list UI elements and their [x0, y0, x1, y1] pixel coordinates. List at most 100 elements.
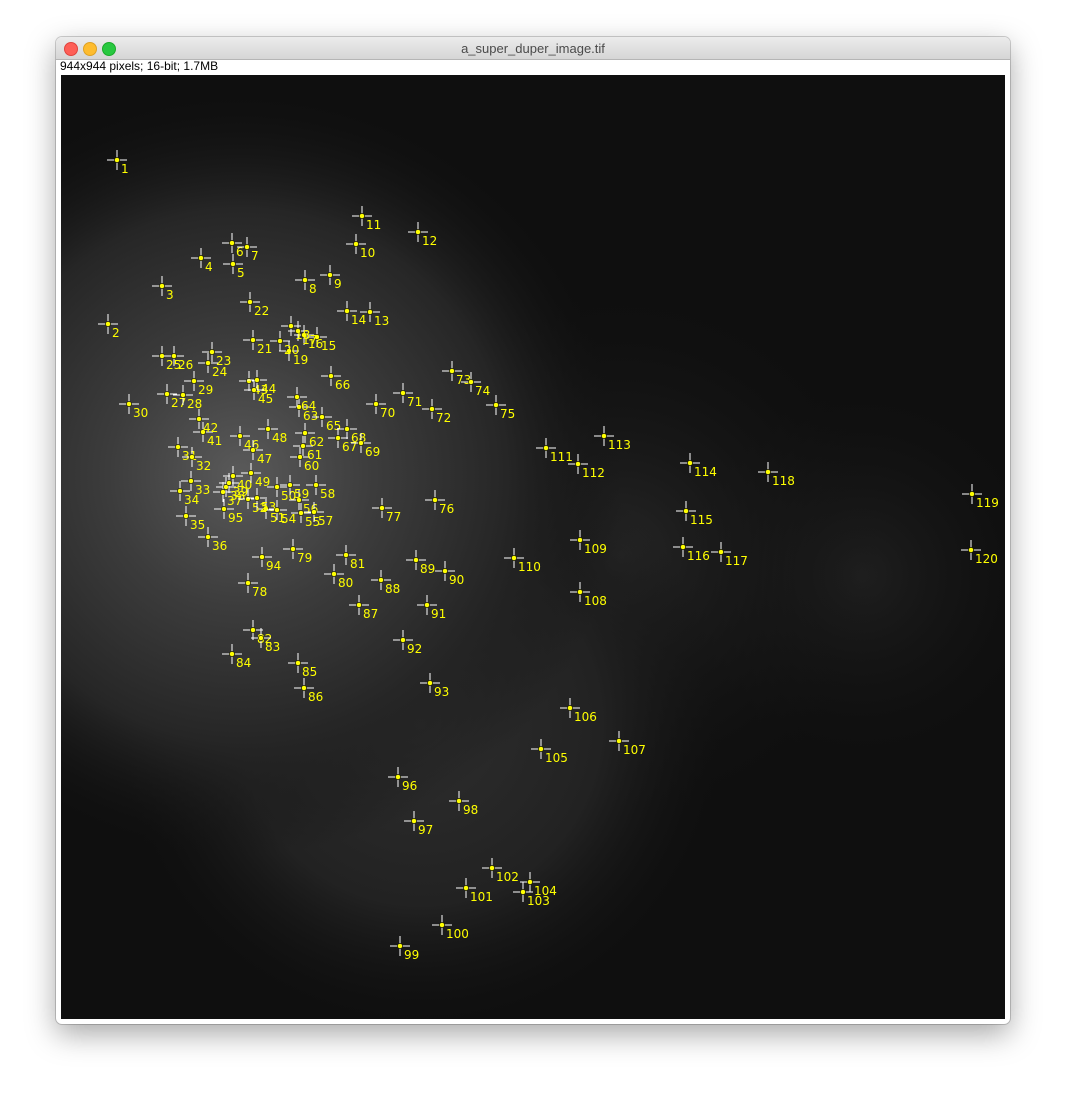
marker-label: 91 [431, 607, 446, 621]
marker-label: 78 [252, 585, 267, 599]
marker-dot [302, 430, 308, 436]
marker-dot [616, 738, 622, 744]
marker-label: 64 [301, 399, 316, 413]
marker-dot [680, 544, 686, 550]
marker-label: 34 [184, 493, 199, 507]
marker-label: 99 [404, 948, 419, 962]
marker-label: 57 [318, 514, 333, 528]
marker-dot [765, 469, 771, 475]
marker-dot [290, 546, 296, 552]
marker-label: 72 [436, 411, 451, 425]
marker-dot [468, 379, 474, 385]
image-info-text: 944x944 pixels; 16-bit; 1.7MB [60, 59, 219, 73]
marker-label: 8 [309, 282, 317, 296]
marker-label: 120 [975, 552, 998, 566]
marker-label: 20 [284, 343, 299, 357]
marker-label: 5 [237, 266, 245, 280]
window-title: a_super_duper_image.tif [461, 41, 605, 56]
marker-label: 87 [363, 607, 378, 621]
marker-dot [287, 482, 293, 488]
marker-dot [300, 443, 306, 449]
marker-dot [259, 554, 265, 560]
marker-dot [191, 378, 197, 384]
marker-label: 62 [309, 435, 324, 449]
marker-label: 96 [402, 779, 417, 793]
marker-dot [220, 489, 226, 495]
marker-dot [577, 537, 583, 543]
marker-label: 98 [463, 803, 478, 817]
marker-dot [254, 377, 260, 383]
marker-label: 53 [261, 500, 276, 514]
marker-label: 24 [212, 365, 227, 379]
marker-label: 106 [574, 710, 597, 724]
marker-dot [247, 299, 253, 305]
marker-label: 15 [321, 339, 336, 353]
marker-label: 71 [407, 395, 422, 409]
marker-label: 113 [608, 438, 631, 452]
marker-dot [198, 255, 204, 261]
marker-label: 21 [257, 342, 272, 356]
marker-label: 41 [207, 434, 222, 448]
marker-dot [344, 308, 350, 314]
marker-dot [205, 534, 211, 540]
marker-label: 88 [385, 582, 400, 596]
marker-label: 10 [360, 246, 375, 260]
marker-dot [969, 491, 975, 497]
marker-label: 4 [205, 260, 213, 274]
marker-label: 61 [307, 448, 322, 462]
marker-label: 74 [475, 384, 490, 398]
marker-label: 28 [187, 397, 202, 411]
image-window: a_super_duper_image.tif 944x944 pixels; … [56, 37, 1010, 1024]
marker-dot [527, 879, 533, 885]
image-svg[interactable]: 1234 56 78 91011121314151617181920212223242… [61, 75, 1005, 1019]
marker-label: 14 [351, 313, 366, 327]
marker-label: 30 [133, 406, 148, 420]
marker-dot [463, 885, 469, 891]
marker-dot [359, 213, 365, 219]
marker-dot [367, 309, 373, 315]
marker-dot [413, 557, 419, 563]
marker-dot [250, 337, 256, 343]
marker-dot [379, 505, 385, 511]
marker-dot [373, 401, 379, 407]
marker-dot [183, 513, 189, 519]
marker-dot [221, 506, 227, 512]
marker-label: 59 [294, 487, 309, 501]
marker-dot [301, 685, 307, 691]
marker-dot [126, 401, 132, 407]
marker-label: 69 [365, 445, 380, 459]
marker-label: 47 [257, 452, 272, 466]
marker-dot [358, 440, 364, 446]
title-bar[interactable]: a_super_duper_image.tif [56, 37, 1010, 60]
marker-label: 32 [196, 459, 211, 473]
marker-label: 102 [496, 870, 519, 884]
marker-dot [489, 865, 495, 871]
marker-label: 110 [518, 560, 541, 574]
marker-dot [230, 473, 236, 479]
marker-dot [244, 244, 250, 250]
marker-dot [209, 349, 215, 355]
image-canvas[interactable]: 1 2 3 4 5 6 7 8 9 10 11 12 13 14 15 16 17 18 19 20 21 22 23 24 2… [61, 75, 1005, 1019]
marker-label: 114 [694, 465, 717, 479]
marker-dot [353, 241, 359, 247]
marker-dot [575, 461, 581, 467]
marker-dot [397, 943, 403, 949]
marker-dot [400, 390, 406, 396]
marker-label: 65 [326, 419, 341, 433]
marker-dot [254, 495, 260, 501]
marker-label: 84 [236, 656, 251, 670]
marker-label: 27 [171, 396, 186, 410]
marker-label: 54 [281, 512, 296, 526]
marker-label: 101 [470, 890, 493, 904]
marker-dot [251, 387, 257, 393]
marker-dot [356, 602, 362, 608]
marker-dot [331, 571, 337, 577]
marker-label: 2 [112, 326, 120, 340]
marker-dot [258, 635, 264, 641]
marker-dot [449, 368, 455, 374]
marker-dot [429, 406, 435, 412]
marker-label: 35 [190, 518, 205, 532]
marker-label: 94 [266, 559, 281, 573]
marker-dot [442, 568, 448, 574]
marker-label: 42 [203, 421, 218, 435]
